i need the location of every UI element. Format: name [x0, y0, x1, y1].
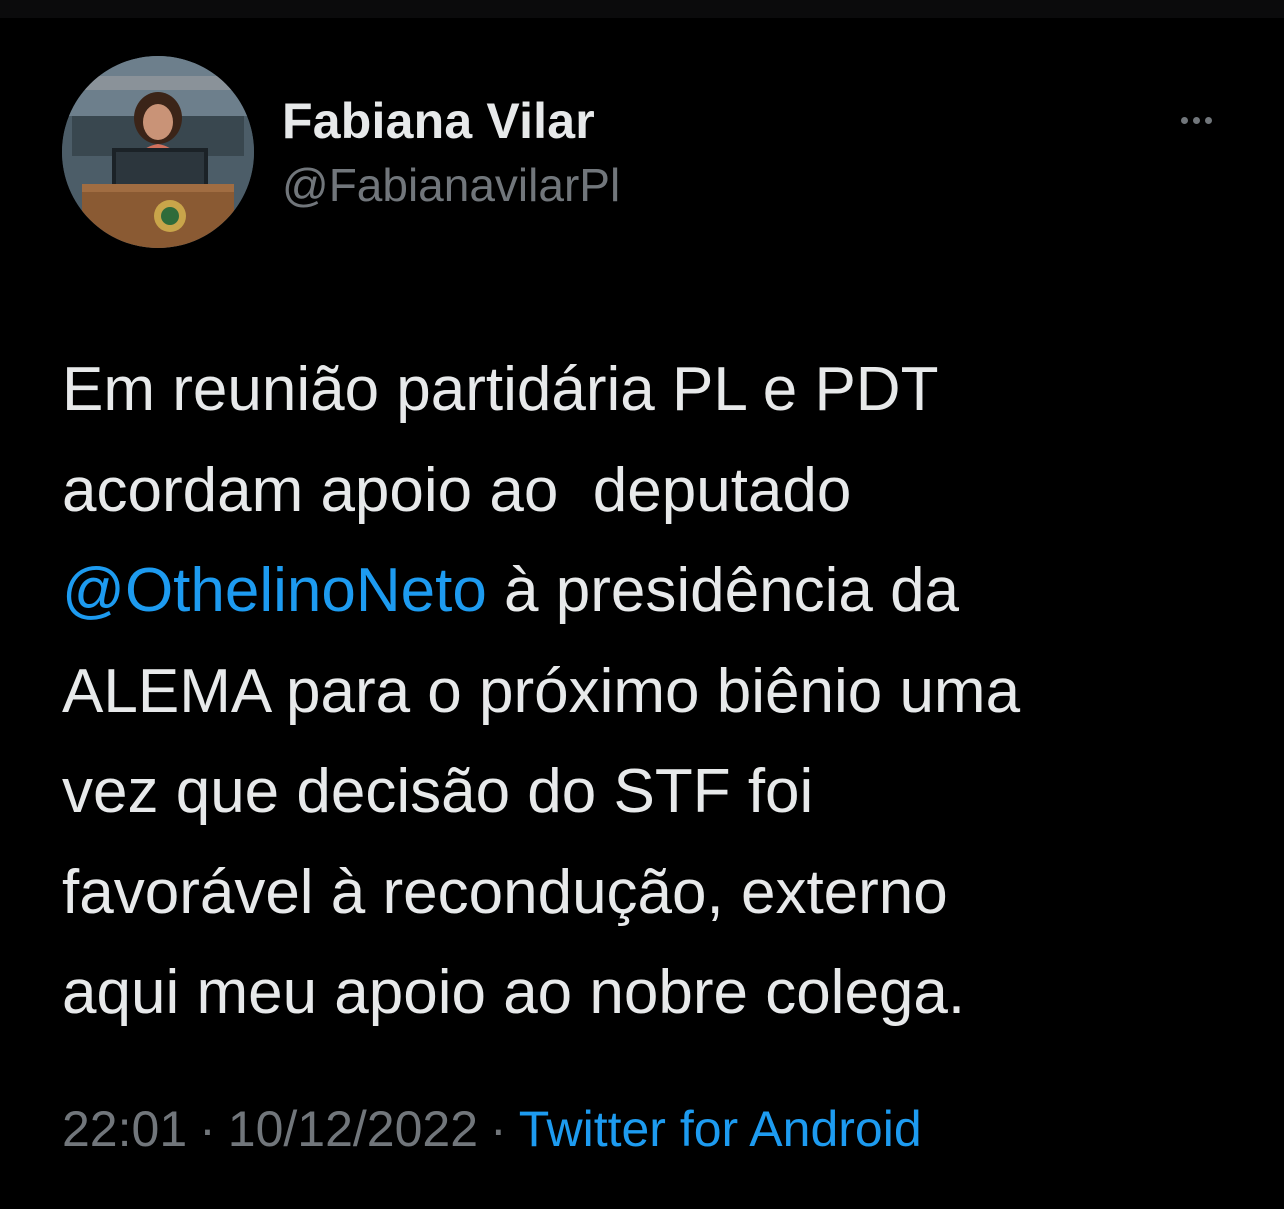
tweet-line: aqui meu apoio ao nobre colega. [62, 958, 966, 1027]
author-handle[interactable]: @FabianavilarPl [282, 158, 620, 212]
tweet-time[interactable]: 22:01 [62, 1101, 187, 1157]
tweet-date[interactable]: 10/12/2022 [228, 1101, 478, 1157]
tweet-line: ALEMA para o próximo biênio uma [62, 656, 1021, 726]
meta-separator: · [199, 1101, 216, 1157]
status-bar-strip [0, 0, 1284, 18]
meta-separator: · [490, 1101, 507, 1157]
avatar-photo [62, 56, 254, 248]
source-link[interactable]: Twitter for Android [519, 1101, 922, 1157]
author-display-name[interactable]: Fabiana Vilar [282, 92, 595, 150]
tweet-line: Em reunião partidária PL e PDT [62, 355, 939, 424]
more-horizontal-icon[interactable] [1168, 102, 1224, 138]
dot-icon [1180, 116, 1188, 124]
tweet-line: à presidência da [486, 556, 960, 625]
mention-link[interactable]: @OthelinoNeto [62, 556, 487, 625]
dot-icon [1192, 116, 1200, 124]
tweet-meta: 22:01 · 10/12/2022 · Twitter for Android [62, 1100, 922, 1158]
tweet-line: favorável à recondução, externo [62, 857, 948, 927]
avatar[interactable] [62, 56, 254, 248]
dot-icon [1204, 116, 1212, 124]
tweet-text: Em reunião partidária PL e PDT acordam a… [62, 340, 1252, 1044]
tweet-line: vez que decisão do STF foi [62, 757, 814, 826]
tweet-line: acordam apoio ao deputado [62, 455, 852, 525]
